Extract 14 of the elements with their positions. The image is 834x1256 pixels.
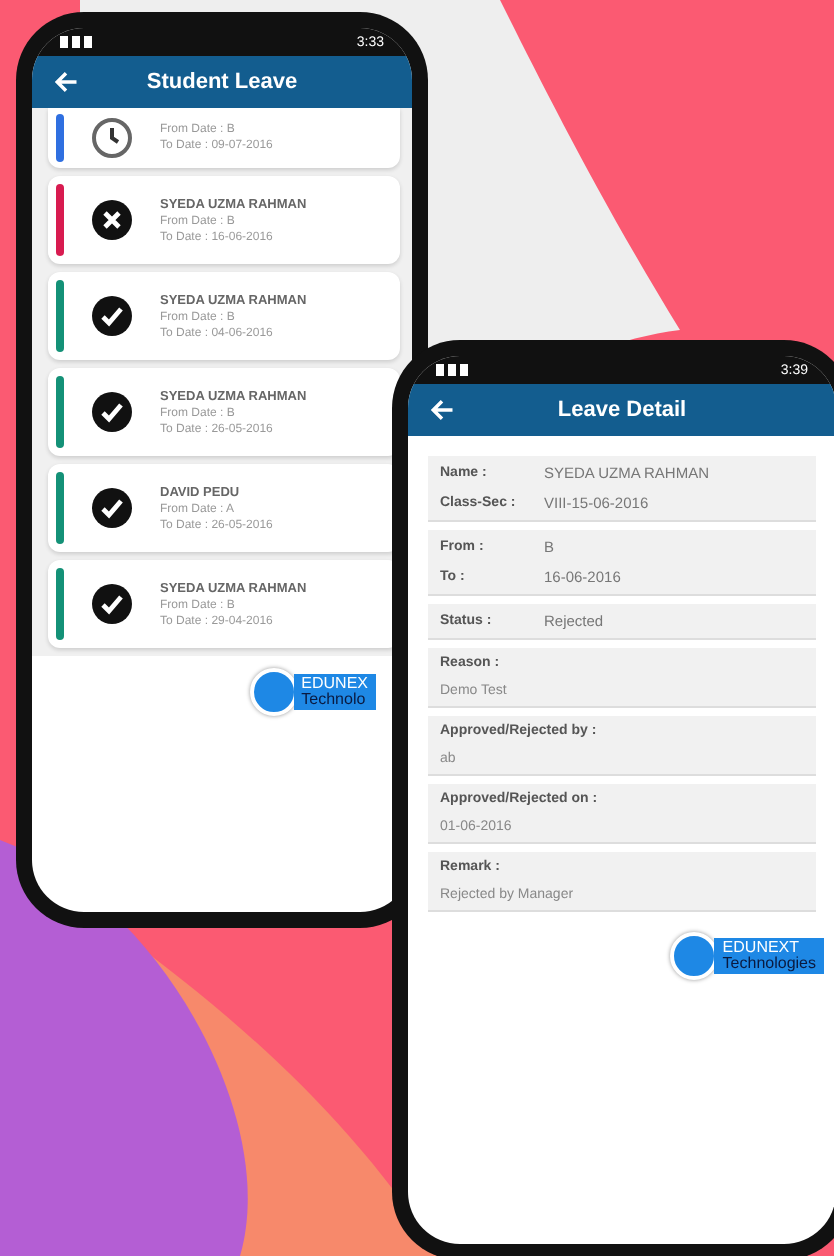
clock-icon <box>92 118 132 158</box>
signal-icon <box>436 364 468 376</box>
screen-title: Leave Detail <box>557 398 689 422</box>
check-icon <box>92 392 132 432</box>
back-arrow-icon <box>428 396 456 424</box>
cross-icon <box>92 200 132 240</box>
signal-icon <box>60 36 92 48</box>
company-logo: EDUNEX Technolo <box>249 668 376 716</box>
check-icon <box>92 584 132 624</box>
check-icon <box>92 296 132 336</box>
screen-title: Student Leave <box>146 70 300 94</box>
company-logo: EDUNEXT Technologies <box>670 932 824 980</box>
back-arrow-icon <box>52 68 80 96</box>
check-icon <box>92 488 132 528</box>
